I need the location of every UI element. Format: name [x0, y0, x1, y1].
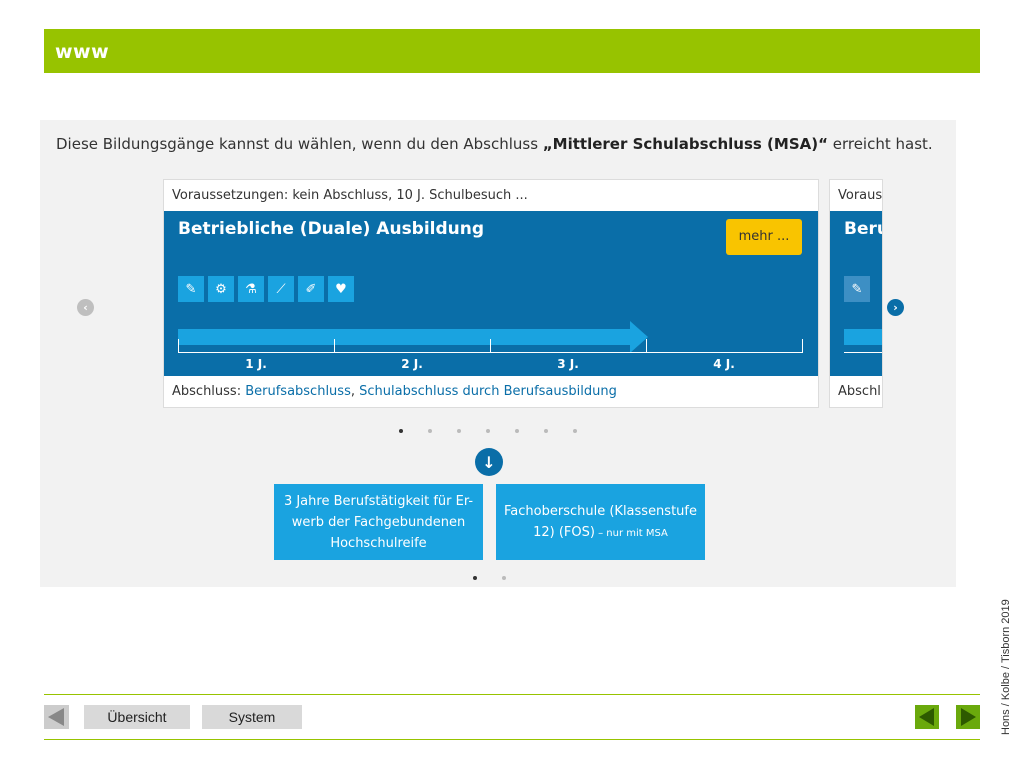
more-button[interactable]: mehr ...	[726, 219, 802, 255]
timeline-tick	[178, 339, 179, 353]
next-slide-button[interactable]	[956, 705, 980, 729]
carousel-prev-button[interactable]: ‹	[77, 299, 94, 316]
card-degree: Abschluss: Berufsabschluss, Schulabschlu…	[172, 384, 617, 399]
pen-icon: ✐	[298, 276, 324, 302]
carousel-dot[interactable]	[473, 576, 477, 580]
intro-text: Diese Bildungsgänge kannst du wählen, we…	[56, 135, 933, 153]
intro-suffix: erreicht hast.	[827, 135, 933, 153]
carousel-next-button[interactable]: ›	[887, 299, 904, 316]
back-arrow-icon[interactable]	[44, 705, 69, 729]
carousel-dot[interactable]	[457, 429, 461, 433]
degree-link-berufsabschluss[interactable]: Berufsabschluss	[245, 384, 351, 399]
education-card: Voraussetzungen: kein Abschluss, 10 J. S…	[163, 179, 819, 408]
option-box-hochschulreife[interactable]: 3 Jahre Berufstätigkeit für Er-werb der …	[274, 484, 483, 560]
year-label: 4 J.	[713, 357, 735, 371]
carousel-dot[interactable]	[486, 429, 490, 433]
timeline-tick	[334, 339, 335, 353]
degree-label: Abschluss:	[172, 384, 246, 399]
chart-icon: ⟋	[268, 276, 294, 302]
card-requirements: Voraussetzungen: kein Abschluss, 10 J. S…	[172, 188, 528, 203]
carousel-dot[interactable]	[515, 429, 519, 433]
next-card-degree: Abschl	[838, 384, 881, 399]
heartbeat-icon: ♥	[328, 276, 354, 302]
gears-icon: ⚙	[208, 276, 234, 302]
header-bar: www	[44, 29, 980, 73]
flask-icon: ⚗	[238, 276, 264, 302]
year-label: 2 J.	[401, 357, 423, 371]
arrow-down-icon: ↓	[475, 448, 503, 476]
previous-slide-button[interactable]	[915, 705, 939, 729]
year-label: 3 J.	[557, 357, 579, 371]
duration-arrow	[178, 329, 632, 345]
next-card-body: Beru ✎	[830, 211, 882, 376]
timeline-tick	[802, 339, 803, 353]
embedded-screenshot: Diese Bildungsgänge kannst du wählen, we…	[40, 120, 956, 587]
footer-divider-top	[44, 694, 980, 695]
next-card-requirements: Voraus	[838, 188, 883, 203]
syringe-icon: ✎	[178, 276, 204, 302]
next-duration-arrow	[844, 329, 882, 345]
page-title: www	[55, 41, 110, 63]
carousel-dot[interactable]	[502, 576, 506, 580]
option-text-fos: Fachoberschule (Klassenstufe 12) (FOS) –…	[504, 501, 697, 544]
degree-separator: ,	[350, 384, 360, 399]
option-text: 3 Jahre Berufstätigkeit für Er-werb der …	[283, 493, 474, 551]
carousel-dots	[399, 429, 577, 433]
career-icons: ✎ ⚙ ⚗ ⟋ ✐ ♥	[178, 276, 354, 302]
carousel-dot[interactable]	[544, 429, 548, 433]
next-timeline-axis	[844, 352, 882, 353]
carousel-dot[interactable]	[428, 429, 432, 433]
year-label: 1 J.	[245, 357, 267, 371]
next-education-card[interactable]: Voraus Beru ✎ Abschl	[829, 179, 883, 408]
card-title: Betriebliche (Duale) Ausbildung	[178, 219, 485, 239]
timeline-tick	[490, 339, 491, 353]
option-note: – nur mit MSA	[594, 527, 668, 539]
carousel-dot[interactable]	[573, 429, 577, 433]
options-dots	[473, 576, 506, 580]
system-button[interactable]: System	[202, 705, 302, 729]
intro-prefix: Diese Bildungsgänge kannst du wählen, we…	[56, 135, 543, 153]
overview-button[interactable]: Übersicht	[84, 705, 190, 729]
credit-text: Hons / Kolbe / Tisborn 2019	[1000, 599, 1012, 735]
card-body: Betriebliche (Duale) Ausbildung mehr ...…	[164, 211, 818, 376]
next-card-title: Beru	[844, 219, 882, 239]
timeline-tick	[646, 339, 647, 353]
intro-highlight: „Mittlerer Schulabschluss (MSA)“	[542, 135, 828, 153]
footer-divider-bottom	[44, 739, 980, 740]
degree-link-schulabschluss[interactable]: Schulabschluss durch Berufsausbildung	[359, 384, 617, 399]
syringe-icon: ✎	[844, 276, 870, 302]
option-box-fachoberschule[interactable]: Fachoberschule (Klassenstufe 12) (FOS) –…	[496, 484, 705, 560]
carousel-dot[interactable]	[399, 429, 403, 433]
